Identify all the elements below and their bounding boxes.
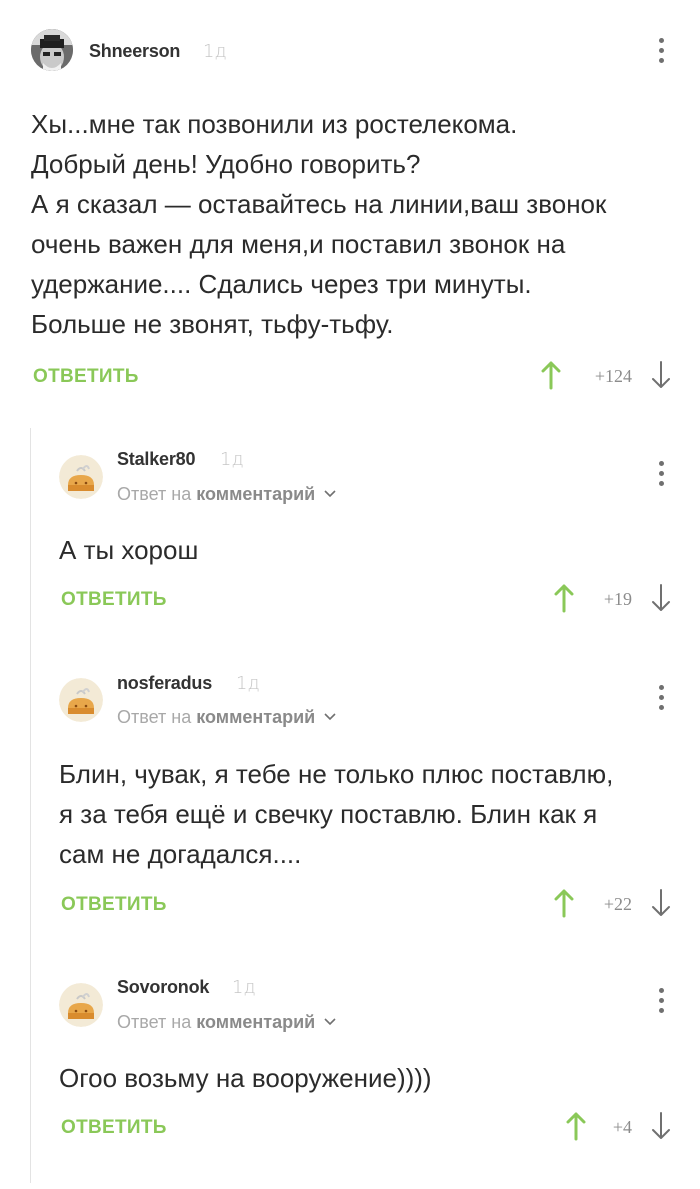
vote-down-icon[interactable] [650,583,672,613]
reply-to-prefix: Ответ на [117,484,192,504]
avatar[interactable] [59,455,103,499]
avatar[interactable] [59,678,103,722]
thread-line[interactable] [30,428,31,1183]
menu-dots-icon[interactable] [656,461,666,491]
text-line: Добрый день! Удобно говорить? [31,149,421,179]
text-line: Больше не звонят, тьфу-тьфу. [31,309,394,339]
vote-up-icon[interactable] [540,360,562,390]
vote-score: +124 [594,366,632,386]
chevron-down-icon [324,1018,336,1026]
comment-time: 1д [236,673,260,694]
reply-to-target: комментарий [196,1012,316,1032]
comment-text: Огоо возьму на вооружение)))) [59,1063,432,1093]
comment-time: 1д [220,449,244,470]
comment-time: 1д [203,41,227,62]
comment-text: А ты хорош [59,535,199,565]
reply-to-link[interactable]: Ответ на комментарий [117,707,336,728]
username[interactable]: Stalker80 [117,449,195,470]
text-line: очень важен для меня,и поставил звонок н… [31,229,566,259]
reply-to-link[interactable]: Ответ на комментарий [117,1012,336,1033]
text-line: Блин, чувак, я тебе не только плюс поста… [59,759,614,789]
vote-score: +4 [612,1117,632,1137]
chevron-down-icon [324,490,336,498]
chevron-down-icon [324,713,336,721]
reply-to-prefix: Ответ на [117,1012,192,1032]
reply-button[interactable]: ОТВЕТИТЬ [33,366,139,388]
text-line: удержание.... Сдались через три минуты. [31,269,532,299]
reply-to-link[interactable]: Ответ на комментарий [117,484,336,505]
reply-button[interactable]: ОТВЕТИТЬ [61,894,167,916]
username[interactable]: Sovoronok [117,977,209,998]
menu-dots-icon[interactable] [656,988,666,1018]
text-line: сам не догадался.... [59,839,302,869]
reply-button[interactable]: ОТВЕТИТЬ [61,589,167,611]
text-line: Хы...мне так позвонили из ростелекома. [31,109,518,139]
avatar[interactable] [31,29,73,71]
vote-down-icon[interactable] [650,888,672,918]
menu-dots-icon[interactable] [656,685,666,715]
comment-time: 1д [232,977,256,998]
vote-down-icon[interactable] [650,360,672,390]
vote-score: +19 [603,589,632,609]
reply-to-target: комментарий [196,484,316,504]
reply-to-target: комментарий [196,707,316,727]
username[interactable]: nosferadus [117,673,212,694]
text-line: А я сказал — оставайтесь на линии,ваш зв… [31,189,607,219]
text-line: я за тебя ещё и свечку поставлю. Блин ка… [59,799,598,829]
reply-to-prefix: Ответ на [117,707,192,727]
reply-button[interactable]: ОТВЕТИТЬ [61,1117,167,1139]
avatar[interactable] [59,983,103,1027]
menu-dots-icon[interactable] [656,38,666,68]
vote-down-icon[interactable] [650,1111,672,1141]
vote-score: +22 [603,894,632,914]
username[interactable]: Shneerson [89,41,180,62]
